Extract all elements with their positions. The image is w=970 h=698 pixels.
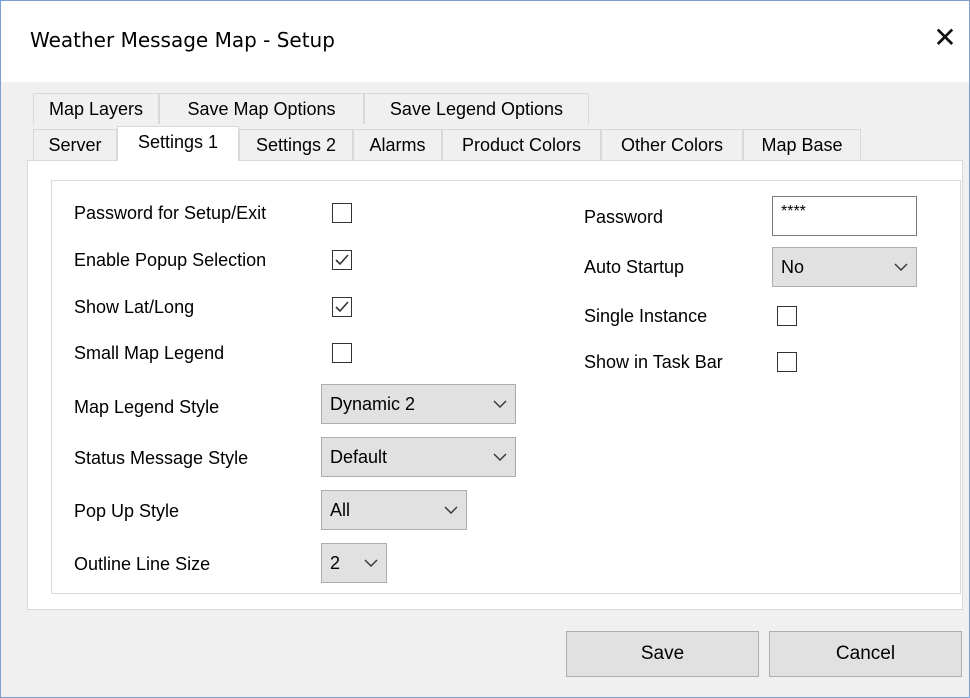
- window-title: Weather Message Map - Setup: [30, 28, 335, 52]
- status-message-style-select[interactable]: Default: [321, 437, 516, 477]
- chevron-down-icon: [493, 400, 507, 408]
- show-latlong-label: Show Lat/Long: [74, 297, 195, 317]
- tab-save-legend-options[interactable]: Save Legend Options: [364, 93, 589, 124]
- tab-map-layers[interactable]: Map Layers: [33, 93, 159, 124]
- enable-popup-selection-label: Enable Popup Selection: [74, 250, 267, 270]
- tab-settings-1[interactable]: Settings 1: [117, 126, 239, 161]
- password-label: Password: [584, 207, 664, 227]
- status-message-style-value: Default: [330, 447, 388, 467]
- password-setup-exit-checkbox[interactable]: [332, 203, 352, 223]
- enable-popup-selection-checkbox[interactable]: [332, 250, 352, 270]
- check-icon: [335, 254, 349, 266]
- small-map-legend-checkbox[interactable]: [332, 343, 352, 363]
- show-in-taskbar-checkbox[interactable]: [777, 352, 797, 372]
- chevron-down-icon: [894, 263, 908, 271]
- cancel-button[interactable]: Cancel: [769, 631, 962, 677]
- map-legend-style-select[interactable]: Dynamic 2: [321, 384, 516, 424]
- popup-style-value: All: [330, 500, 351, 520]
- password-field[interactable]: ****: [772, 196, 917, 236]
- single-instance-label: Single Instance: [584, 306, 708, 326]
- tab-other-colors[interactable]: Other Colors: [601, 129, 743, 160]
- show-latlong-checkbox[interactable]: [332, 297, 352, 317]
- tab-alarms[interactable]: Alarms: [353, 129, 442, 160]
- tab-save-map-options[interactable]: Save Map Options: [159, 93, 364, 124]
- close-icon[interactable]: ✕: [930, 22, 960, 54]
- status-message-style-label: Status Message Style: [74, 448, 249, 468]
- map-legend-style-label: Map Legend Style: [74, 397, 220, 417]
- popup-style-select[interactable]: All: [321, 490, 467, 530]
- map-legend-style-value: Dynamic 2: [330, 394, 416, 414]
- chevron-down-icon: [444, 506, 458, 514]
- auto-startup-label: Auto Startup: [584, 257, 685, 277]
- auto-startup-select[interactable]: No: [772, 247, 917, 287]
- chevron-down-icon: [493, 453, 507, 461]
- tab-server[interactable]: Server: [33, 129, 117, 160]
- popup-style-label: Pop Up Style: [74, 501, 180, 521]
- check-icon: [335, 301, 349, 313]
- password-setup-exit-label: Password for Setup/Exit: [74, 203, 267, 223]
- save-button[interactable]: Save: [566, 631, 759, 677]
- tab-map-base[interactable]: Map Base: [743, 129, 861, 160]
- outline-line-size-value: 2: [330, 553, 341, 573]
- small-map-legend-label: Small Map Legend: [74, 343, 225, 363]
- chevron-down-icon: [364, 559, 378, 567]
- tab-product-colors[interactable]: Product Colors: [442, 129, 601, 160]
- outline-line-size-label: Outline Line Size: [74, 554, 211, 574]
- show-in-taskbar-label: Show in Task Bar: [584, 352, 723, 372]
- auto-startup-value: No: [781, 257, 805, 277]
- outline-line-size-select[interactable]: 2: [321, 543, 387, 583]
- single-instance-checkbox[interactable]: [777, 306, 797, 326]
- tab-settings-2[interactable]: Settings 2: [239, 129, 353, 160]
